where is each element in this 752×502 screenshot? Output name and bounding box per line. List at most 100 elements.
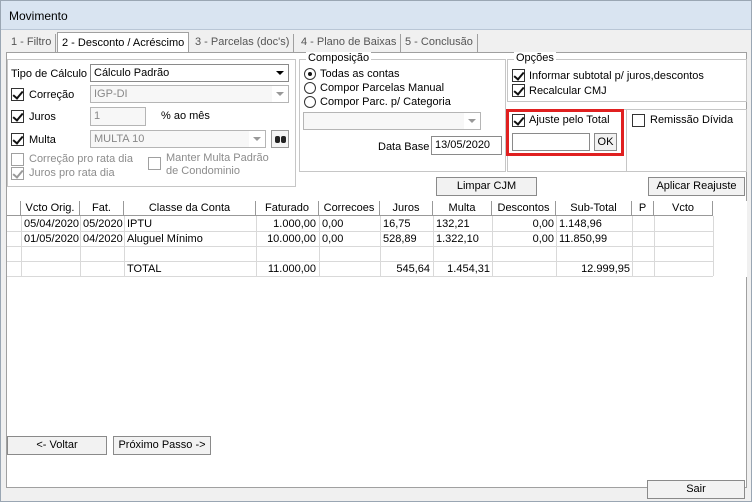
col-classe-conta[interactable]: Classe da Conta bbox=[124, 201, 256, 216]
multa-checkbox[interactable] bbox=[11, 133, 24, 146]
cell-classe[interactable]: Aluguel Mínimo bbox=[127, 232, 203, 247]
total-faturado: 11.000,00 bbox=[267, 263, 316, 275]
cell-subtotal[interactable]: 1.148,96 bbox=[559, 217, 602, 232]
correcao-select[interactable]: IGP-DI bbox=[90, 85, 289, 103]
radio-todas-contas[interactable] bbox=[304, 68, 316, 80]
opcoes-title: Opções bbox=[514, 52, 556, 64]
juros-checkbox[interactable] bbox=[11, 110, 24, 123]
data-base-input[interactable]: 13/05/2020 bbox=[431, 136, 502, 155]
radio-todas-contas-label: Todas as contas bbox=[320, 68, 400, 80]
cell-classe[interactable]: IPTU bbox=[127, 217, 152, 232]
col-separator bbox=[21, 216, 22, 276]
col-p[interactable]: P bbox=[632, 201, 654, 216]
tab-conclusao[interactable]: 5 - Conclusão bbox=[401, 34, 478, 52]
col-correcoes[interactable]: Correcoes bbox=[319, 201, 380, 216]
window-title: Movimento bbox=[9, 9, 68, 23]
sair-button[interactable]: Sair bbox=[647, 480, 745, 499]
col-juros[interactable]: Juros bbox=[380, 201, 433, 216]
manter-multa-checkbox[interactable] bbox=[148, 157, 161, 170]
cell-vcto-orig[interactable]: 05/04/2020 bbox=[24, 217, 79, 232]
movimento-window: Movimento 1 - Filtro 2 - Desconto / Acré… bbox=[0, 0, 752, 502]
tab-parcelas[interactable]: 3 - Parcelas (doc's) bbox=[191, 34, 295, 52]
total-subtotal: 12.999,95 bbox=[581, 263, 630, 275]
cell-juros[interactable]: 528,89 bbox=[383, 232, 417, 247]
aplicar-reajuste-button[interactable]: Aplicar Reajuste bbox=[648, 177, 745, 196]
tab-plano-baixas[interactable]: 4 - Plano de Baixas bbox=[297, 34, 402, 52]
parcelas-table: Vcto Orig. Fat. Classe da Conta Faturado… bbox=[7, 201, 747, 277]
juros-value: 1 bbox=[94, 110, 101, 122]
cell-descontos[interactable]: 0,00 bbox=[492, 217, 554, 232]
cell-correcoes[interactable]: 0,00 bbox=[322, 232, 343, 247]
col-subtotal[interactable]: Sub-Total bbox=[556, 201, 632, 216]
cell-multa[interactable]: 1.322,10 bbox=[436, 232, 479, 247]
data-base-label: Data Base bbox=[378, 141, 430, 153]
cell-faturado[interactable]: 1.000,00 bbox=[256, 217, 316, 232]
tipo-calculo-value: Cálculo Padrão bbox=[94, 67, 170, 79]
cell-vcto-orig[interactable]: 01/05/2020 bbox=[24, 232, 79, 247]
proximo-passo-button[interactable]: Próximo Passo -> bbox=[113, 436, 211, 455]
voltar-button[interactable]: <- Voltar bbox=[7, 436, 107, 455]
correcao-checkbox[interactable] bbox=[11, 88, 24, 101]
tab-filtro[interactable]: 1 - Filtro bbox=[7, 34, 57, 52]
chevron-down-icon[interactable] bbox=[272, 65, 288, 81]
col-separator bbox=[713, 216, 714, 276]
col-descontos[interactable]: Descontos bbox=[492, 201, 556, 216]
cell-multa[interactable]: 132,21 bbox=[436, 217, 470, 232]
col-vcto[interactable]: Vcto bbox=[654, 201, 713, 216]
ajuste-total-input[interactable] bbox=[512, 133, 590, 151]
remissao-divida-checkbox[interactable] bbox=[632, 114, 645, 127]
multa-label: Multa bbox=[29, 134, 56, 146]
chevron-down-icon[interactable] bbox=[272, 86, 288, 102]
juros-pro-rata-checkbox[interactable] bbox=[11, 167, 24, 180]
cell-faturado[interactable]: 10.000,00 bbox=[256, 232, 316, 247]
total-multa: 1.454,31 bbox=[447, 263, 490, 275]
cell-correcoes[interactable]: 0,00 bbox=[322, 217, 343, 232]
categoria-select[interactable] bbox=[303, 112, 481, 130]
multa-select[interactable]: MULTA 10 bbox=[90, 130, 266, 148]
multa-value: MULTA 10 bbox=[94, 133, 145, 145]
ajuste-total-label: Ajuste pelo Total bbox=[529, 114, 610, 126]
correcao-pro-rata-checkbox[interactable] bbox=[11, 153, 24, 166]
remissao-divida-label: Remissão Dívida bbox=[650, 114, 734, 126]
juros-pro-rata-label: Juros pro rata dia bbox=[29, 167, 115, 179]
ajuste-total-checkbox[interactable] bbox=[512, 114, 525, 127]
col-fat[interactable]: Fat. bbox=[80, 201, 124, 216]
col-faturado[interactable]: Faturado bbox=[256, 201, 319, 216]
radio-compor-categoria-label: Compor Parc. p/ Categoria bbox=[320, 96, 451, 108]
cell-subtotal[interactable]: 11.850,99 bbox=[559, 232, 607, 247]
limpar-cjm-button[interactable]: Limpar CJM bbox=[436, 177, 537, 196]
chevron-down-icon[interactable] bbox=[249, 131, 265, 147]
informar-subtotal-checkbox[interactable] bbox=[512, 69, 525, 82]
col-vcto-orig[interactable]: Vcto Orig. bbox=[21, 201, 80, 216]
radio-compor-categoria[interactable] bbox=[304, 96, 316, 108]
title-bar: Movimento bbox=[1, 1, 751, 30]
composicao-title: Composição bbox=[306, 52, 372, 64]
total-label: TOTAL bbox=[127, 263, 162, 275]
binoculars-icon[interactable] bbox=[271, 130, 289, 148]
col-separator bbox=[654, 216, 655, 276]
correcao-label: Correção bbox=[29, 89, 75, 101]
juros-unit: % ao mês bbox=[161, 110, 210, 122]
ajuste-divider bbox=[626, 109, 627, 172]
col-multa[interactable]: Multa bbox=[433, 201, 492, 216]
cell-descontos[interactable]: 0,00 bbox=[492, 232, 554, 247]
data-base-value: 13/05/2020 bbox=[435, 139, 491, 151]
total-juros: 545,64 bbox=[396, 263, 430, 275]
informar-subtotal-label: Informar subtotal p/ juros,descontos bbox=[529, 70, 704, 82]
tipo-calculo-select[interactable]: Cálculo Padrão bbox=[90, 64, 289, 82]
row-indicator-header bbox=[7, 201, 21, 216]
juros-label: Juros bbox=[29, 111, 56, 123]
ajuste-ok-button[interactable]: OK bbox=[594, 133, 617, 151]
radio-compor-manual-label: Compor Parcelas Manual bbox=[320, 82, 445, 94]
tab-desconto-acrescimo[interactable]: 2 - Desconto / Acréscimo bbox=[57, 32, 190, 52]
recalcular-cmj-checkbox[interactable] bbox=[512, 84, 525, 97]
manter-multa-label: Manter Multa Padrão de Condominio bbox=[166, 152, 269, 177]
radio-compor-manual[interactable] bbox=[304, 82, 316, 94]
col-separator bbox=[124, 216, 125, 276]
chevron-down-icon[interactable] bbox=[464, 113, 480, 129]
juros-input[interactable]: 1 bbox=[90, 107, 146, 126]
cell-fat[interactable]: 05/2020 bbox=[83, 217, 123, 232]
cell-juros[interactable]: 16,75 bbox=[383, 217, 411, 232]
correcao-pro-rata-label: Correção pro rata dia bbox=[29, 153, 133, 165]
cell-fat[interactable]: 04/2020 bbox=[83, 232, 123, 247]
